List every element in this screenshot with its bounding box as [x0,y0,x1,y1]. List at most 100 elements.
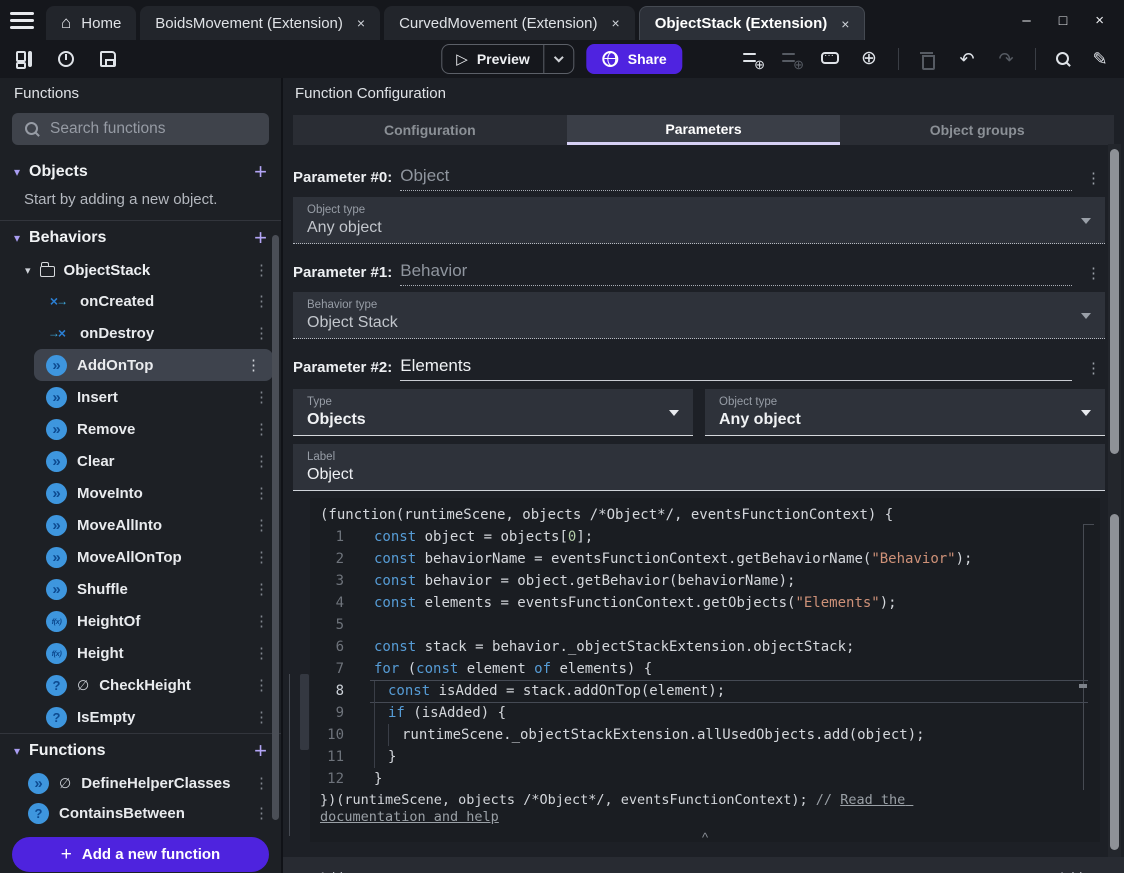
parameter-1-name-input[interactable]: Behavior [400,261,1072,286]
sidebar-item-moveinto[interactable]: » MoveInto ⋮ [0,477,281,509]
line-number: 4 [335,595,344,611]
parameter-2-object-type-select[interactable]: Object type Any object [705,389,1105,436]
sidebar-item-oncreated[interactable]: × → onCreated ⋮ [0,285,281,317]
item-menu-icon[interactable]: ⋮ [246,356,261,374]
add-new-function-button[interactable]: + Add a new function [12,837,269,872]
sidebar-item-containsbetween[interactable]: ? ContainsBetween ⋮ [0,798,281,828]
caret-down-icon[interactable]: ▾ [14,231,20,245]
sidebar-item-clear[interactable]: » Clear ⋮ [0,445,281,477]
tab-configuration[interactable]: Configuration [293,115,567,145]
add-function-plus-button[interactable]: + [254,740,267,762]
tab-boidsmovement-extension[interactable]: BoidsMovement (Extension) × [140,6,381,40]
item-menu-icon[interactable]: ⋮ [254,292,269,310]
code-editor-surface[interactable]: (function(runtimeScene, objects /*Object… [310,498,1100,842]
sidebar-item-definehelperclasses[interactable]: » ∅ DefineHelperClasses ⋮ [0,768,281,798]
share-button[interactable]: Share [586,44,683,74]
undo-icon[interactable]: ↶ [957,49,977,69]
code-header-line: (function(runtimeScene, objects /*Object… [320,507,894,523]
tab-curvedmovement-extension[interactable]: CurvedMovement (Extension) × [384,6,635,40]
line-number: 1 [335,529,344,545]
panels-layout-icon[interactable] [14,49,34,69]
behavior-group-objectstack[interactable]: ▾ ObjectStack ⋮ [0,255,281,285]
item-menu-icon[interactable]: ⋮ [254,484,269,502]
parameter-0-menu-icon[interactable]: ⋮ [1086,169,1101,191]
preview-button[interactable]: ▷ Preview [442,50,543,68]
sidebar-item-insert[interactable]: » Insert ⋮ [0,381,281,413]
edit-extension-icon[interactable]: ✎ [1090,49,1110,69]
sidebar-item-remove[interactable]: » Remove ⋮ [0,413,281,445]
sidebar-item-shuffle[interactable]: » Shuffle ⋮ [0,573,281,605]
parameters-scrollbar[interactable] [1108,144,1121,505]
tab-objectstack-extension[interactable]: ObjectStack (Extension) × [638,6,866,40]
tab-parameters[interactable]: Parameters [566,115,841,145]
add-behavior-button[interactable]: + [254,227,267,249]
code-scrollbar[interactable] [1108,505,1121,857]
item-menu-icon[interactable]: ⋮ [254,420,269,438]
parameter-2-menu-icon[interactable]: ⋮ [1086,359,1101,381]
parameter-0-name-input[interactable]: Object [400,166,1072,191]
item-menu-icon[interactable]: ⋮ [254,452,269,470]
parameter-0-object-type-select[interactable]: Object type Any object [293,197,1105,244]
sidebar-item-isempty[interactable]: ? IsEmpty ⋮ [0,701,281,733]
code-line-10: 10 runtimeScene._objectStackExtension.all… [310,724,1100,746]
parameter-2-label-field[interactable]: Label Object [293,444,1105,491]
sidebar-item-addontop[interactable]: » AddOnTop ⋮ [34,349,273,381]
item-menu-icon[interactable]: ⋮ [254,774,269,792]
preview-options-button[interactable] [545,52,574,63]
code-footer-line: })(runtimeScene, objects /*Object*/, eve… [320,792,914,825]
tab-home[interactable]: ⌂ Home [46,6,137,40]
item-menu-icon[interactable]: ⋮ [254,676,269,694]
sidebar-item-heightof[interactable]: f(x) HeightOf ⋮ [0,605,281,637]
tab-object-groups[interactable]: Object groups [840,115,1114,145]
parameter-2-name-input[interactable]: Elements [400,356,1072,381]
line-number: 7 [335,661,344,677]
section-functions[interactable]: ▾ Functions + [0,734,281,768]
save-icon[interactable] [98,49,118,69]
sidebar-item-moveallinto[interactable]: » MoveAllInto ⋮ [0,509,281,541]
group-menu-icon[interactable]: ⋮ [254,261,269,279]
sidebar-item-moveallontop[interactable]: » MoveAllOnTop ⋮ [0,541,281,573]
caret-down-icon[interactable]: ▾ [14,165,20,179]
sidebar-scrollbar[interactable] [272,235,279,820]
parameter-1-menu-icon[interactable]: ⋮ [1086,264,1101,286]
add-more-events-icon[interactable]: ⊕ [859,49,879,69]
sidebar-item-height[interactable]: f(x) Height ⋮ [0,637,281,669]
item-menu-icon[interactable]: ⋮ [254,516,269,534]
add-event-icon[interactable] [742,49,765,73]
add-comment-icon[interactable] [820,49,840,69]
item-menu-icon[interactable]: ⋮ [254,804,269,822]
history-icon[interactable] [56,49,76,69]
search-box [12,113,269,145]
section-behaviors[interactable]: ▾ Behaviors + [0,221,281,255]
line-number: 8 [335,683,344,699]
item-menu-icon[interactable]: ⋮ [254,388,269,406]
minimize-button[interactable]: – [1022,12,1030,29]
item-menu-icon[interactable]: ⋮ [254,324,269,342]
sidebar-item-ondestroy[interactable]: → × onDestroy ⋮ [0,317,281,349]
caret-down-icon[interactable]: ▾ [25,264,31,277]
parameter-2-type-select[interactable]: Type Objects [293,389,693,436]
item-menu-icon[interactable]: ⋮ [254,644,269,662]
close-button[interactable]: × [1095,12,1104,29]
tab-close-icon[interactable]: × [608,15,620,31]
action-icon: » [46,450,67,472]
parameter-1-behavior-type-select[interactable]: Behavior type Object Stack [293,292,1105,339]
caret-down-icon[interactable]: ▾ [14,744,20,758]
add-object-button[interactable]: + [254,161,267,183]
sidebar-item-checkheight[interactable]: ? ∅ CheckHeight ⋮ [0,669,281,701]
code-editor[interactable]: (function(runtimeScene, objects /*Object… [283,498,1124,850]
code-line-5: 5 [310,614,1100,636]
search-icon[interactable] [1055,51,1071,67]
tab-close-icon[interactable]: × [353,15,365,31]
search-input[interactable] [50,120,257,138]
item-menu-icon[interactable]: ⋮ [254,548,269,566]
item-menu-icon[interactable]: ⋮ [254,708,269,726]
play-icon: ▷ [456,51,468,68]
item-menu-icon[interactable]: ⋮ [254,612,269,630]
editor-resize-hint[interactable]: ^ [310,827,1100,842]
tab-close-icon[interactable]: × [837,16,849,32]
menu-icon[interactable] [10,8,34,33]
item-menu-icon[interactable]: ⋮ [254,580,269,598]
section-objects[interactable]: ▾ Objects + [0,155,281,189]
maximize-button[interactable]: □ [1059,12,1067,29]
